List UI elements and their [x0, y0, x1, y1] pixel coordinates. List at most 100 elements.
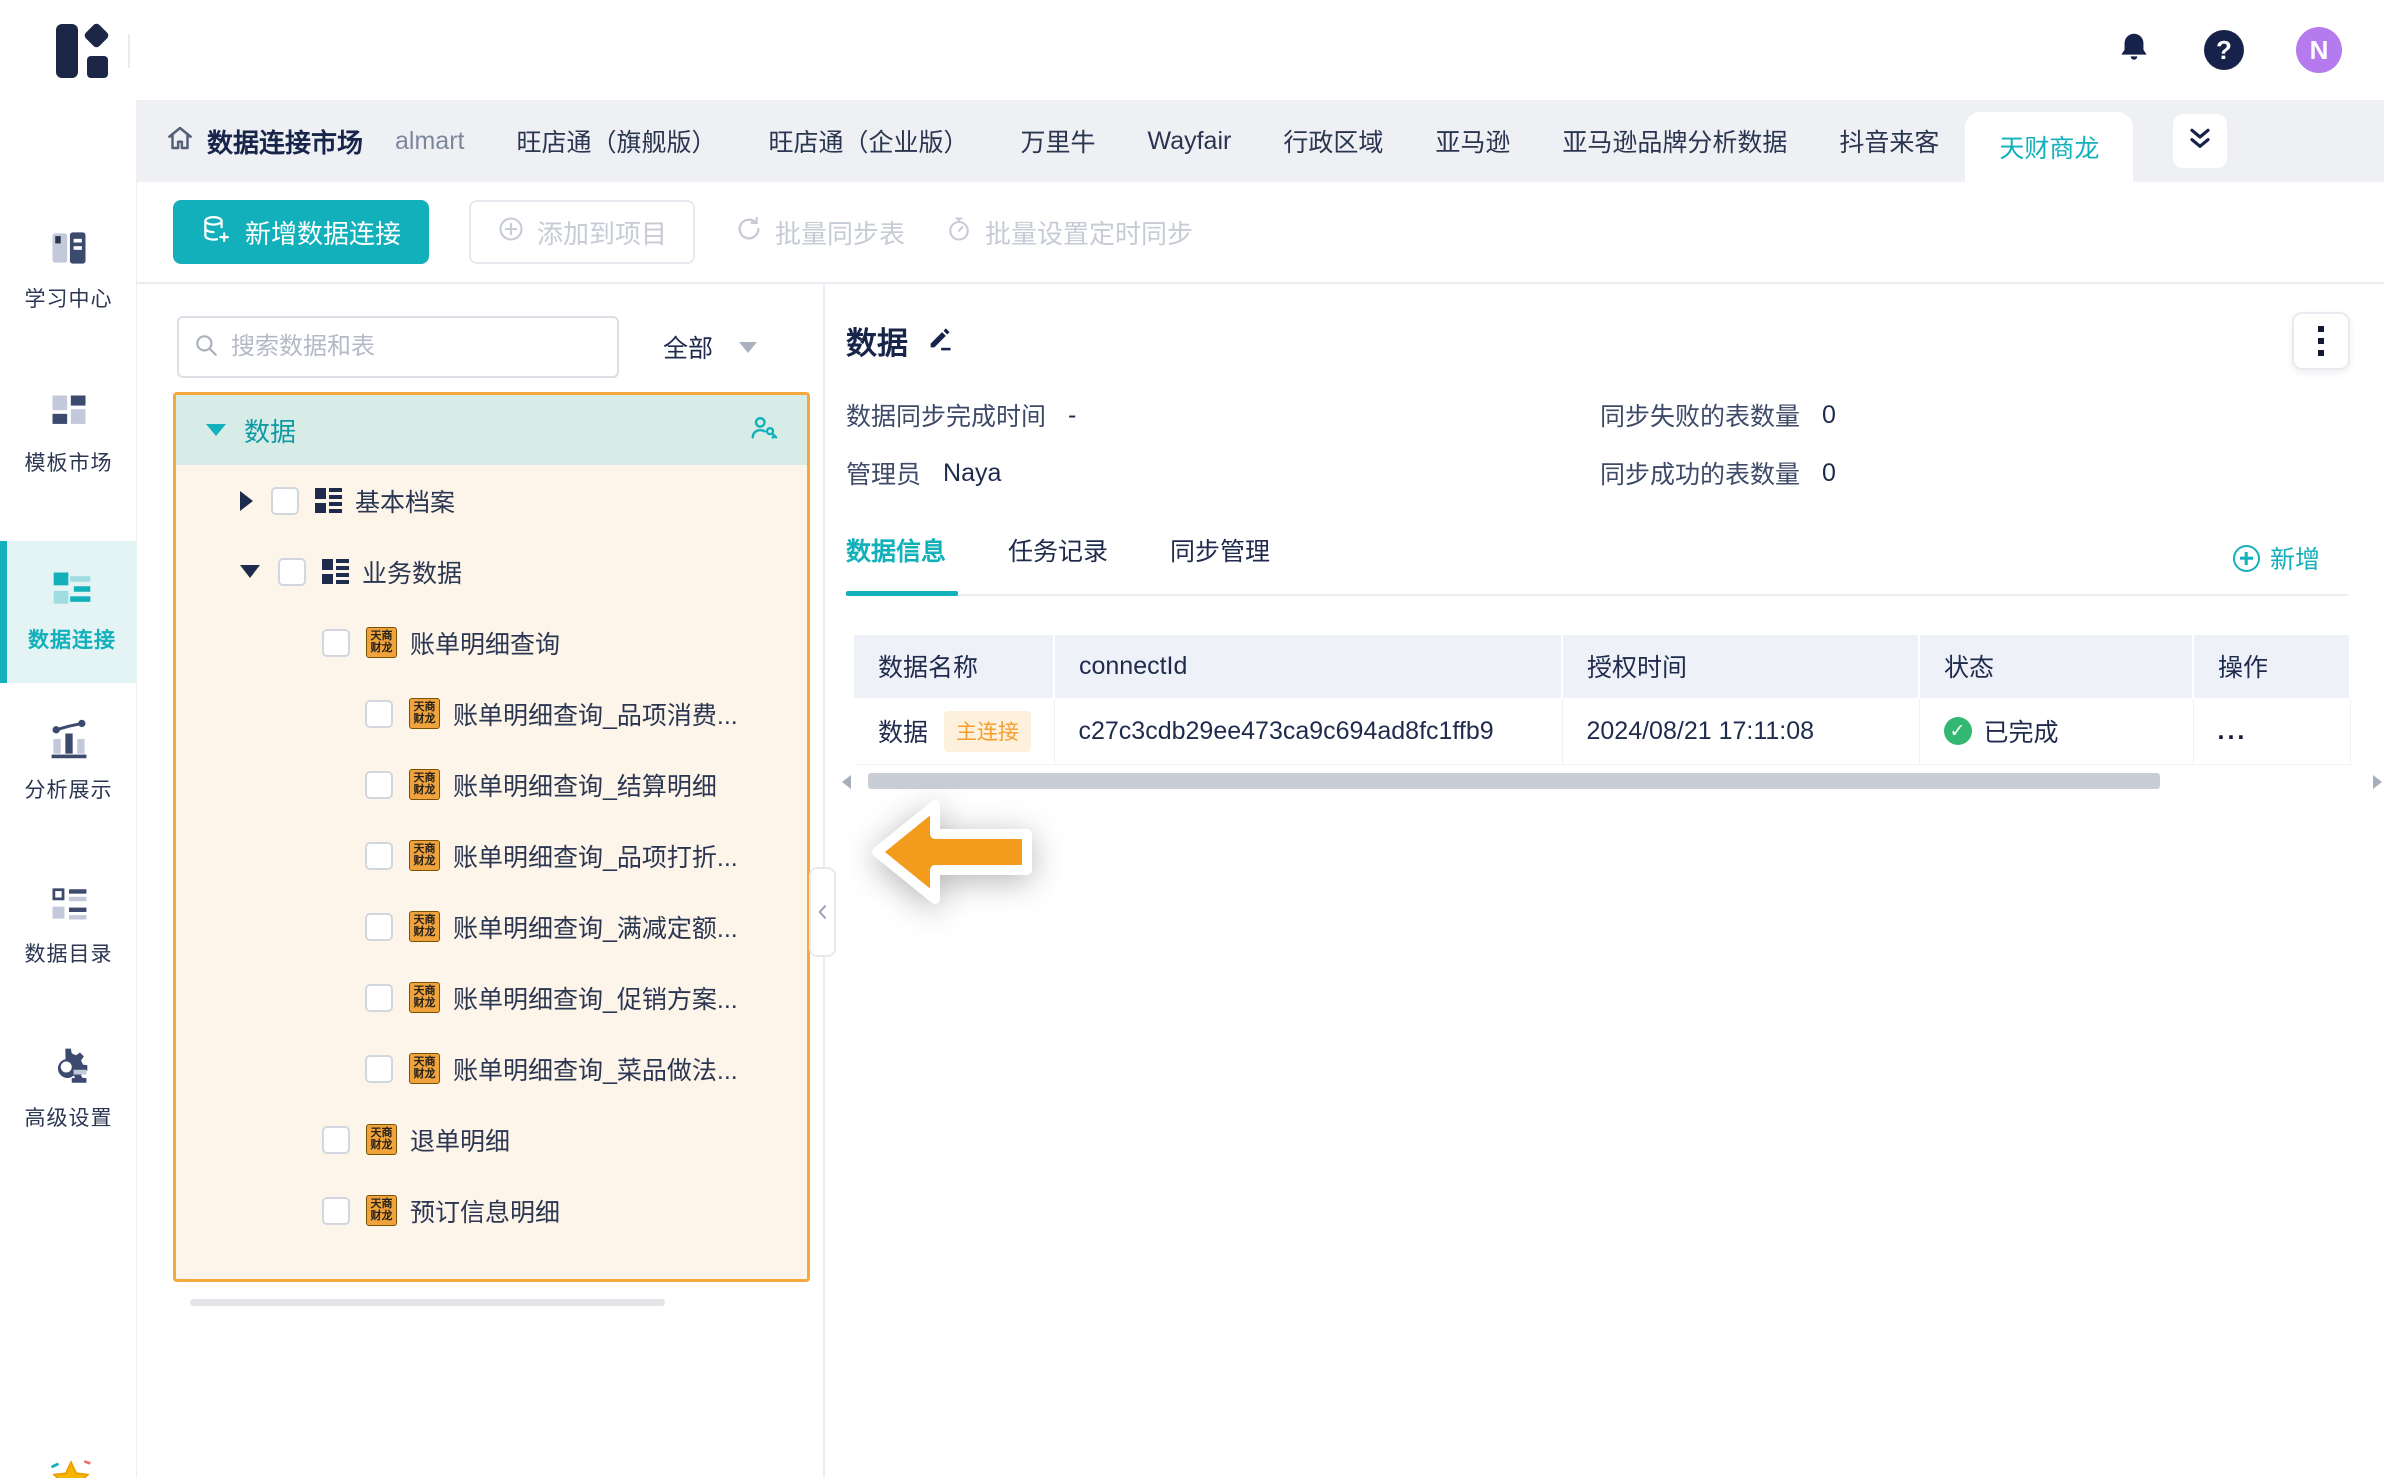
logo-text: 财龙: [370, 641, 393, 654]
sidebar-item-data-connection[interactable]: 数据连接: [0, 541, 137, 683]
tab-xingzhengquyu[interactable]: 行政区域: [1257, 100, 1409, 182]
tab-wangdiantong-qijian[interactable]: 旺店通（旗舰版）: [490, 100, 742, 182]
check-circle-icon: ✓: [1943, 717, 1972, 745]
logo-text: 财龙: [370, 1209, 393, 1222]
tree-node-label: 业务数据: [362, 559, 463, 588]
logo-text: 天商: [413, 843, 436, 856]
logo-text: 财龙: [370, 1138, 393, 1151]
tree-leaf[interactable]: 天商 财龙 账单明细查询_结算明细: [176, 749, 807, 820]
tab-amazon-brand-analytics[interactable]: 亚马逊品牌分析数据: [1536, 100, 1813, 182]
tree-root-label: 数据: [244, 416, 297, 447]
help-icon[interactable]: ?: [2204, 30, 2244, 70]
tree-leaf[interactable]: 天商 财龙 账单明细查询_促销方案...: [176, 962, 807, 1033]
sidebar-item-learning-center[interactable]: 学习中心: [0, 218, 137, 313]
app-logo-icon[interactable]: [56, 22, 110, 78]
tab-douyinlaike[interactable]: 抖音来客: [1813, 100, 1965, 182]
star-rewards-icon: [47, 1456, 91, 1478]
logo-shape: [56, 24, 78, 78]
tree-checkbox[interactable]: [365, 699, 393, 728]
tree-node-basic-archive[interactable]: 基本档案: [176, 465, 807, 536]
scroll-left-icon[interactable]: [842, 775, 851, 789]
tree-node-label: 账单明细查询_品项打折...: [453, 843, 738, 872]
more-options-button[interactable]: [2292, 312, 2350, 370]
scroll-right-icon[interactable]: [2373, 775, 2382, 789]
tree-node-business-data[interactable]: 业务数据: [176, 536, 807, 607]
kebab-dot: [2318, 338, 2324, 344]
tree-leaf[interactable]: 天商 财龙 账单明细查询_满减定额...: [176, 891, 807, 962]
tab-data-connection-market[interactable]: 数据连接市场: [165, 123, 363, 160]
logo-text: 财龙: [413, 854, 436, 867]
col-header-status: 状态: [1919, 635, 2194, 698]
add-connection-link[interactable]: 新增: [2232, 540, 2320, 576]
data-connection-icon: [50, 567, 94, 611]
tree-checkbox[interactable]: [365, 912, 393, 941]
filter-select[interactable]: 全部: [663, 329, 758, 365]
sidebar-item-label: 模板市场: [24, 452, 113, 475]
batch-sync-tables-button[interactable]: 批量同步表: [735, 214, 905, 251]
tree-leaf[interactable]: 天商 财龙 预订信息明细: [176, 1175, 807, 1246]
tiancai-logo-icon: 天商 财龙: [409, 911, 440, 942]
dataset-group-icon: [315, 487, 342, 514]
tab-wanliniu[interactable]: 万里牛: [995, 100, 1122, 182]
tree-leaf[interactable]: 天商 财龙 退单明细: [176, 1104, 807, 1175]
tree-leaf[interactable]: 天商 财龙 账单明细查询_品项打折...: [176, 820, 807, 891]
tab-walmart[interactable]: almart: [369, 100, 490, 182]
sidebar-item-analysis-display[interactable]: 分析展示: [0, 709, 137, 804]
active-tab-underline: [846, 591, 958, 596]
tab-label: Wayfair: [1147, 126, 1232, 155]
tree-checkbox[interactable]: [365, 1054, 393, 1083]
field-label: 数据同步完成时间: [846, 403, 1047, 431]
tiancai-logo-icon: 天商 财龙: [409, 982, 440, 1013]
tree-horizontal-scrollbar[interactable]: [190, 1299, 665, 1306]
sidebar-item-data-catalog[interactable]: 数据目录: [0, 873, 137, 968]
logo-text: 财龙: [413, 783, 436, 796]
tree-checkbox[interactable]: [322, 628, 350, 657]
tree-node-label: 基本档案: [355, 488, 456, 517]
logo-text: 天商: [413, 914, 436, 927]
sidebar-item-template-market[interactable]: 模板市场: [0, 382, 137, 477]
tree-checkbox[interactable]: [365, 983, 393, 1012]
logo-text: 天商: [413, 1056, 436, 1069]
sidebar-item-advanced-settings[interactable]: 高级设置: [0, 1037, 137, 1132]
tree-checkbox[interactable]: [322, 1196, 350, 1225]
tree-root-row[interactable]: 数据: [176, 395, 807, 465]
notification-bell-icon[interactable]: [2116, 30, 2152, 71]
tab-sync-management[interactable]: 同步管理: [1170, 532, 1270, 568]
row-more-actions-button[interactable]: ...: [2218, 717, 2248, 745]
tab-label: 旺店通（旗舰版）: [516, 129, 717, 157]
tab-data-info[interactable]: 数据信息: [846, 532, 946, 568]
new-data-connection-button[interactable]: 新增数据连接: [173, 200, 430, 264]
scrollbar-thumb[interactable]: [868, 773, 2160, 789]
authorize-person-key-icon[interactable]: [749, 413, 779, 448]
edit-pencil-icon[interactable]: [926, 324, 954, 357]
tree-node-label: 预订信息明细: [410, 1198, 561, 1227]
caret-right-icon[interactable]: [240, 490, 253, 511]
avatar[interactable]: N: [2296, 27, 2342, 73]
logo-text: 天商: [370, 630, 393, 643]
add-to-project-button[interactable]: 添加到项目: [469, 200, 696, 264]
tab-task-records[interactable]: 任务记录: [1008, 532, 1108, 568]
sidebar-item-promo-rewards[interactable]: 推广奖励: [0, 1448, 137, 1478]
tree-checkbox[interactable]: [271, 486, 299, 515]
tree-leaf[interactable]: 天商 财龙 账单明细查询_品项消费...: [176, 678, 807, 749]
tab-tiancaishanglong[interactable]: 天财商龙: [1965, 112, 2134, 182]
batch-schedule-sync-button[interactable]: 批量设置定时同步: [945, 214, 1193, 251]
tree-checkbox[interactable]: [365, 841, 393, 870]
tree-leaf[interactable]: 天商 财龙 账单明细查询: [176, 607, 807, 678]
tab-wayfair[interactable]: Wayfair: [1122, 100, 1258, 182]
tree-search-row: 全部: [177, 316, 789, 378]
kebab-dot: [2318, 350, 2324, 356]
expand-tabs-button[interactable]: [2173, 114, 2228, 168]
tree-checkbox[interactable]: [365, 770, 393, 799]
caret-down-icon[interactable]: [240, 565, 260, 578]
cell-connectid: c27c3cdb29ee473ca9c694ad8fc1ffb9: [1054, 697, 1563, 765]
tab-amazon[interactable]: 亚马逊: [1409, 100, 1536, 182]
tree-leaf[interactable]: 天商 财龙 账单明细查询_菜品做法...: [176, 1033, 807, 1104]
tab-label: 旺店通（企业版）: [768, 129, 969, 157]
collapse-panel-handle[interactable]: [809, 867, 836, 957]
tree-checkbox[interactable]: [278, 557, 306, 586]
tree-checkbox[interactable]: [322, 1125, 350, 1154]
status-text: 已完成: [1983, 719, 2059, 747]
tab-wangdiantong-qiye[interactable]: 旺店通（企业版）: [743, 100, 995, 182]
search-input[interactable]: [229, 332, 603, 362]
